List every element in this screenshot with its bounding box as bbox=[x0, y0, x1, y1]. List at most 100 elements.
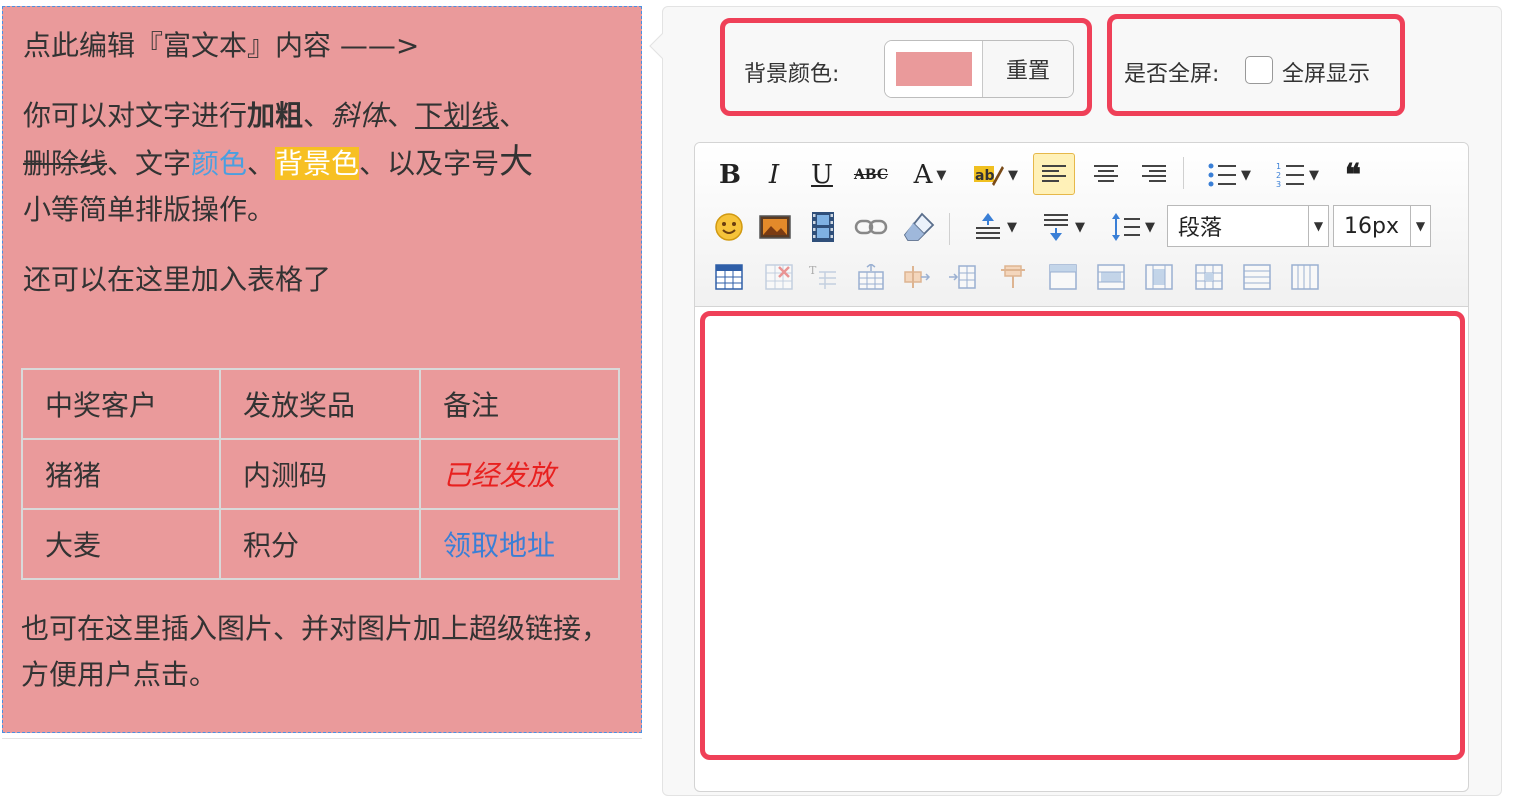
split-cells-icon bbox=[1195, 264, 1223, 290]
link-icon bbox=[854, 219, 888, 235]
highlight-color-button[interactable]: ab ▼ bbox=[969, 157, 1023, 193]
chevron-down-icon: ▼ bbox=[936, 167, 947, 183]
merge-right-icon bbox=[1097, 264, 1125, 290]
emoji-button[interactable] bbox=[711, 209, 747, 245]
text-segment: 、文字 bbox=[107, 147, 192, 180]
paragraph-format-value: 段落 bbox=[1178, 216, 1223, 241]
merge-down-button[interactable] bbox=[1143, 261, 1175, 293]
font-color-button[interactable]: A ▼ bbox=[903, 157, 957, 193]
bold-text: 加粗 bbox=[247, 99, 304, 132]
fullscreen-checkbox[interactable] bbox=[1245, 56, 1273, 84]
bg-color-picker-group: 重置 bbox=[884, 40, 1074, 98]
strikethrough-button[interactable]: ABC bbox=[853, 157, 889, 193]
reset-button[interactable]: 重置 bbox=[983, 41, 1073, 97]
insert-image-button[interactable] bbox=[757, 209, 793, 245]
quote-icon: ❝ bbox=[1344, 157, 1362, 193]
delete-column-icon bbox=[1001, 265, 1025, 288]
paragraph-spacing-bottom-button[interactable]: ▼ bbox=[1033, 209, 1093, 245]
blockquote-button[interactable]: ❝ bbox=[1335, 157, 1371, 193]
table-row: 中奖客户 发放奖品 备注 bbox=[21, 368, 620, 440]
text-segment: 、 bbox=[247, 147, 276, 180]
align-left-icon bbox=[1042, 165, 1066, 182]
line-height-icon bbox=[1112, 213, 1140, 241]
clear-format-button[interactable] bbox=[899, 209, 939, 245]
numbered-list-button[interactable]: 123 ▼ bbox=[1269, 157, 1325, 193]
table-cell: 大麦 bbox=[21, 508, 221, 580]
delete-column-button[interactable] bbox=[997, 261, 1029, 293]
spacing-bottom-icon bbox=[1044, 214, 1068, 241]
delete-row-button[interactable] bbox=[901, 261, 933, 293]
bold-button[interactable]: B bbox=[715, 157, 745, 193]
paragraph-spacing-top-button[interactable]: ▼ bbox=[965, 209, 1025, 245]
underline-text: 下划线 bbox=[415, 99, 500, 132]
merge-right-button[interactable] bbox=[1095, 261, 1127, 293]
eraser-icon bbox=[903, 212, 935, 241]
insert-link-button[interactable] bbox=[851, 209, 891, 245]
align-center-button[interactable] bbox=[1085, 153, 1127, 195]
fullscreen-label: 是否全屏: bbox=[1124, 62, 1220, 87]
color-swatch bbox=[895, 52, 972, 86]
table-header-cell: 中奖客户 bbox=[21, 368, 221, 440]
delete-row-icon bbox=[904, 266, 931, 288]
split-rows-icon bbox=[1243, 264, 1271, 290]
fullscreen-option-label[interactable]: 全屏显示 bbox=[1282, 56, 1370, 88]
chevron-down-icon: ▼ bbox=[1075, 219, 1085, 235]
preview-table: 中奖客户 发放奖品 备注 猪猪 内测码 已经发放 大麦 积分 领取地址 bbox=[21, 368, 620, 580]
toolbar-divider bbox=[949, 213, 950, 245]
spacing-top-icon bbox=[976, 213, 1000, 239]
insert-video-button[interactable] bbox=[805, 209, 841, 245]
insert-table-button[interactable] bbox=[713, 261, 745, 293]
font-size-select[interactable]: 16px ▼ bbox=[1333, 205, 1431, 247]
preview-line-image-hint: 也可在这里插入图片、并对图片加上超级链接，方便用户点击。 bbox=[21, 612, 610, 691]
align-right-button[interactable] bbox=[1133, 153, 1175, 195]
split-columns-button[interactable] bbox=[1289, 261, 1321, 293]
table-cell-status: 已经发放 bbox=[419, 438, 620, 510]
align-right-icon bbox=[1142, 165, 1166, 182]
table-caption-button[interactable]: T bbox=[807, 261, 839, 293]
underline-button[interactable]: U bbox=[807, 157, 837, 193]
bg-color-picker[interactable] bbox=[885, 41, 983, 97]
chevron-down-icon: ▼ bbox=[1410, 206, 1430, 246]
delete-table-button[interactable] bbox=[763, 261, 795, 293]
table-row: 大麦 积分 领取地址 bbox=[21, 508, 620, 580]
svg-text:1: 1 bbox=[1276, 162, 1281, 171]
insert-column-icon bbox=[949, 265, 976, 289]
bg-color-label: 背景颜色: bbox=[744, 62, 840, 87]
large-text: 大 bbox=[499, 142, 534, 182]
preview-line-table-hint: 还可以在这里加入表格了 bbox=[23, 263, 332, 296]
preview-line-edit-hint: 点此编辑『富文本』内容 ——> bbox=[23, 29, 420, 62]
image-icon bbox=[759, 215, 791, 239]
text-segment: 、 bbox=[303, 99, 332, 132]
split-rows-button[interactable] bbox=[1241, 261, 1273, 293]
bullet-list-icon bbox=[1208, 163, 1236, 187]
chevron-down-icon: ▼ bbox=[1007, 219, 1017, 235]
film-icon bbox=[812, 212, 834, 242]
svg-text:3: 3 bbox=[1276, 180, 1281, 188]
align-left-button[interactable] bbox=[1033, 153, 1075, 195]
merge-down-icon bbox=[1145, 264, 1173, 290]
text-segment: 小等简单排版操作。 bbox=[23, 193, 276, 226]
insert-column-button[interactable] bbox=[947, 261, 979, 293]
chevron-down-icon: ▼ bbox=[1145, 219, 1155, 235]
paragraph-format-select[interactable]: 段落 ▼ bbox=[1167, 205, 1329, 247]
merge-cells-button[interactable] bbox=[1047, 261, 1079, 293]
insert-row-icon bbox=[858, 264, 884, 290]
panel-pointer-arrow bbox=[649, 33, 675, 59]
table-cell: 猪猪 bbox=[21, 438, 221, 510]
line-height-button[interactable]: ▼ bbox=[1103, 209, 1163, 245]
split-cells-button[interactable] bbox=[1193, 261, 1225, 293]
text-segment: 、 bbox=[387, 99, 416, 132]
editor-content-area[interactable] bbox=[700, 311, 1465, 760]
text-segment: 、 bbox=[499, 99, 528, 132]
bullet-list-button[interactable]: ▼ bbox=[1201, 157, 1257, 193]
italic-button[interactable]: I bbox=[759, 157, 789, 193]
background-color-text: 背景色 bbox=[275, 147, 360, 180]
claim-address-link[interactable]: 领取地址 bbox=[443, 529, 555, 562]
table-row: 猪猪 内测码 已经发放 bbox=[21, 438, 620, 510]
preview-footer-strip bbox=[2, 738, 642, 778]
svg-text:2: 2 bbox=[1276, 171, 1281, 180]
chevron-down-icon: ▼ bbox=[1308, 206, 1328, 246]
colored-text: 颜色 bbox=[191, 147, 248, 180]
align-center-icon bbox=[1094, 165, 1118, 182]
insert-row-button[interactable] bbox=[855, 261, 887, 293]
